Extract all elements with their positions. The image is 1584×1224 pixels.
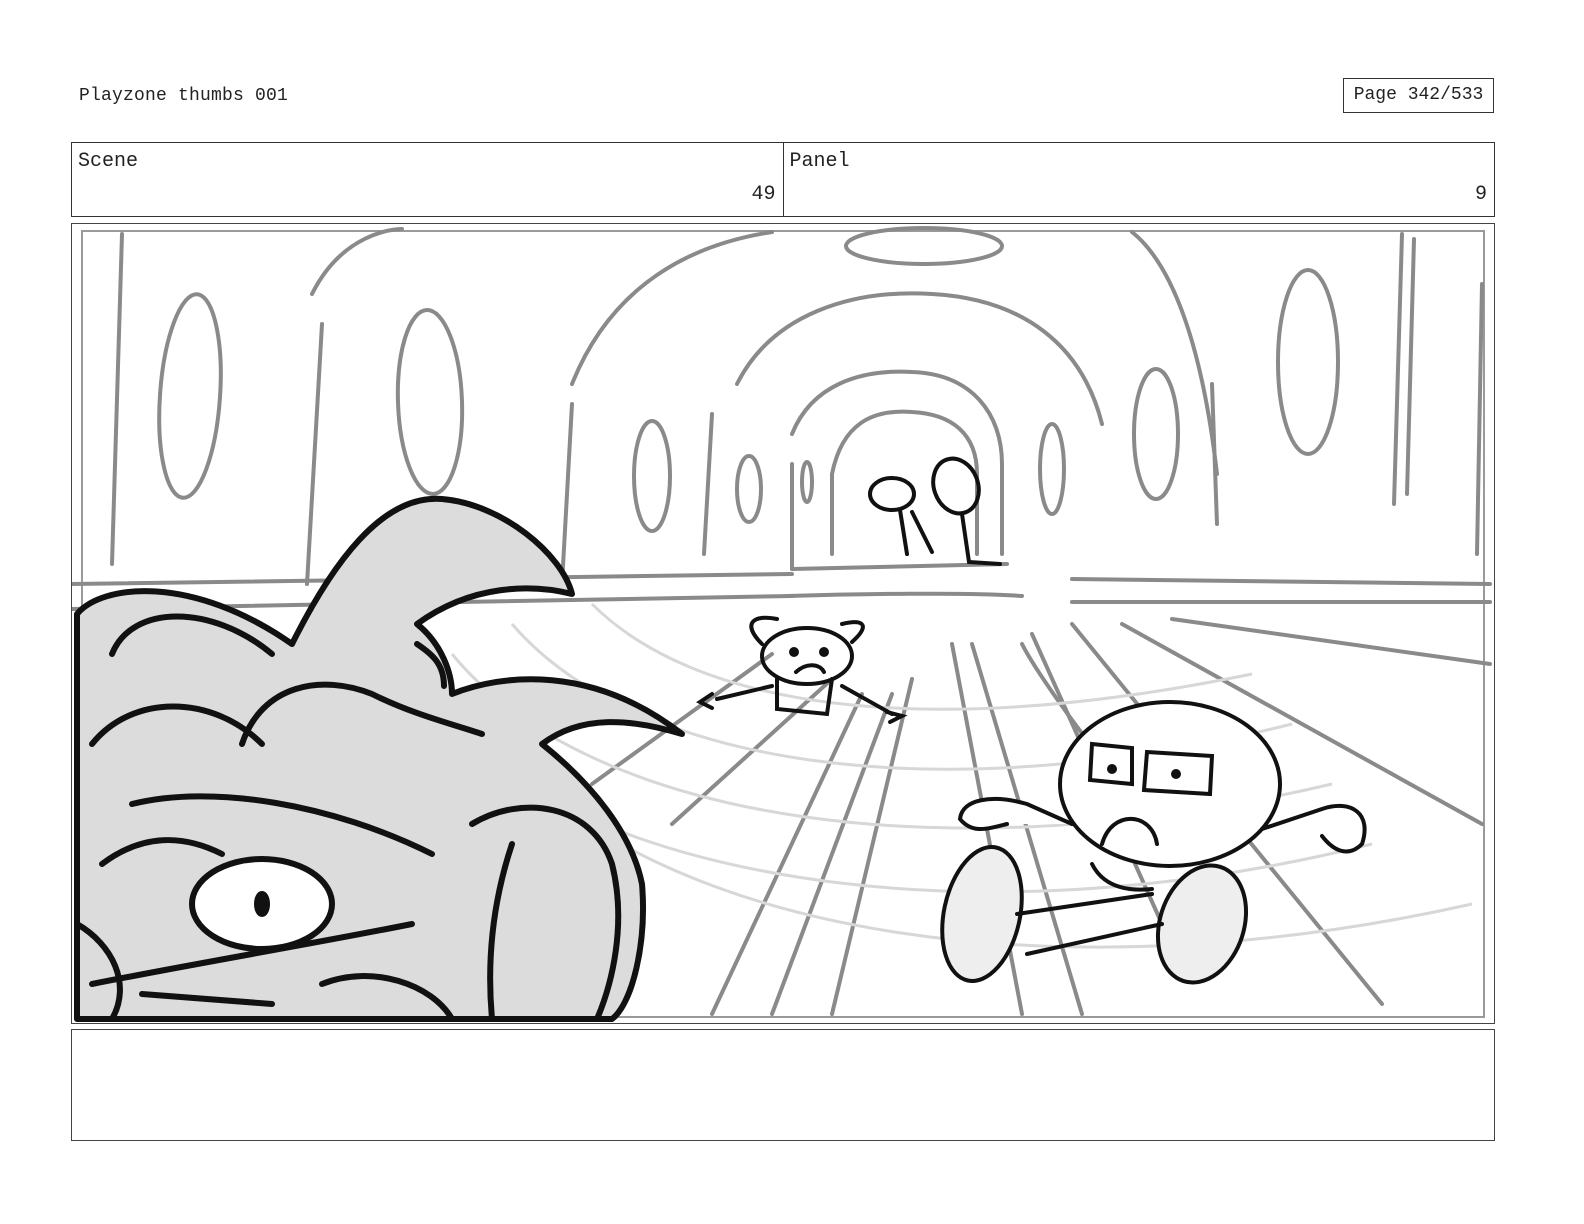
document-title: Playzone thumbs 001	[79, 86, 289, 106]
falling-character	[940, 700, 1367, 985]
notes-box	[71, 1029, 1495, 1141]
page-indicator: Page 342/533	[1343, 78, 1494, 113]
storyboard-sketch	[72, 226, 1492, 1022]
panel-label: Panel	[789, 150, 850, 173]
distant-figure	[868, 456, 1002, 566]
scene-label: Scene	[78, 150, 139, 173]
panel-cell: Panel 9	[782, 143, 1495, 216]
scene-number: 49	[751, 183, 776, 206]
storyboard-panel	[71, 223, 1495, 1024]
scene-cell: Scene 49	[72, 143, 783, 216]
scene-panel-info-row: Scene 49 Panel 9	[71, 142, 1495, 217]
panel-number: 9	[1474, 183, 1487, 206]
